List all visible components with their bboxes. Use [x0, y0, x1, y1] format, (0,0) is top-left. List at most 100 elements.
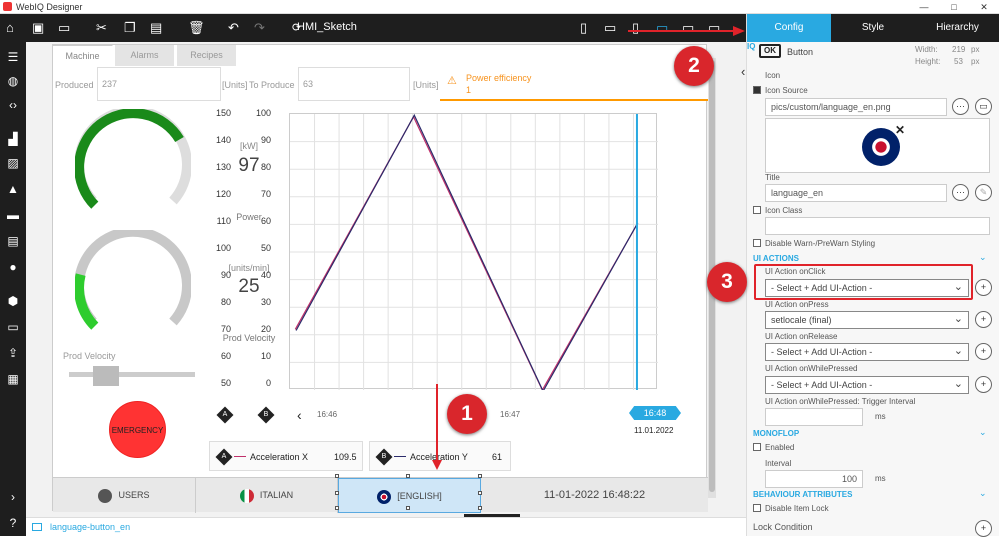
- velocity-slider[interactable]: [69, 366, 195, 386]
- export-icon[interactable]: ⇪: [5, 346, 21, 360]
- minimize-button[interactable]: —: [909, 0, 939, 14]
- maximize-button[interactable]: □: [939, 0, 969, 14]
- add-onpress-button[interactable]: +: [975, 311, 992, 328]
- onpress-select[interactable]: setlocale (final): [765, 311, 969, 329]
- storage-icon[interactable]: ▬: [5, 208, 21, 222]
- trigger-interval-unit: ms: [875, 412, 886, 421]
- grid-icon[interactable]: ▦: [5, 372, 21, 386]
- width-unit: px: [971, 45, 980, 54]
- add-lock-condition-button[interactable]: +: [975, 520, 992, 537]
- home-icon[interactable]: ⌂: [6, 20, 14, 36]
- collapse-chevron-icon[interactable]: ›: [5, 490, 21, 504]
- ui-actions-section[interactable]: UI ACTIONS: [753, 254, 799, 263]
- onwhile-select[interactable]: - Select + Add UI-Action -: [765, 376, 969, 394]
- highlight-box: [754, 264, 973, 300]
- behaviour-chevron-icon[interactable]: ⌄: [979, 488, 987, 499]
- ui-actions-chevron-icon[interactable]: ⌄: [979, 252, 987, 263]
- tab-config[interactable]: Config: [747, 14, 831, 42]
- slider-knob[interactable]: [93, 366, 119, 386]
- tab-machine[interactable]: Machine: [53, 45, 113, 66]
- alarm-icon[interactable]: ▲: [5, 182, 21, 196]
- undo-icon[interactable]: ↶: [228, 20, 239, 36]
- onrelease-select[interactable]: - Select + Add UI-Action -: [765, 343, 969, 361]
- preview-icon-button[interactable]: ▭: [975, 98, 992, 115]
- interval-input[interactable]: 100: [765, 470, 863, 488]
- device-phone-icon[interactable]: ▯: [580, 20, 587, 36]
- legend-b-marker: B: [375, 448, 393, 466]
- power-gauge-arc: [74, 108, 184, 209]
- title-options-button[interactable]: ···: [952, 184, 969, 201]
- monoflop-enabled-checkbox[interactable]: [753, 443, 761, 451]
- layout-icon[interactable]: ☰: [5, 50, 21, 64]
- add-onclick-button[interactable]: +: [975, 279, 992, 296]
- package-icon[interactable]: ⬢: [5, 294, 21, 308]
- selection-handle: [406, 506, 410, 510]
- icon-preview: ✕: [765, 118, 990, 173]
- preview-icon[interactable]: ▭: [58, 20, 70, 36]
- scroll-left-icon[interactable]: ‹: [297, 407, 302, 423]
- close-button[interactable]: ✕: [969, 0, 999, 14]
- tab-recipes[interactable]: Recipes: [177, 45, 237, 66]
- add-onwhile-button[interactable]: +: [975, 376, 992, 393]
- monoflop-section[interactable]: MONOFLOP: [753, 429, 799, 438]
- axis-a-tick: 150: [215, 108, 231, 118]
- tab-alarms[interactable]: Alarms: [115, 45, 175, 66]
- browse-icon-button[interactable]: ···: [952, 98, 969, 115]
- icon-source-checkbox[interactable]: [753, 86, 761, 94]
- users-button[interactable]: USERS: [53, 478, 196, 513]
- monoflop-chevron-icon[interactable]: ⌄: [979, 427, 987, 438]
- emergency-button[interactable]: EMERGENCY: [109, 401, 166, 458]
- series-line-acceleration-y: [295, 114, 639, 390]
- device-wide-icon[interactable]: ▭: [708, 20, 720, 36]
- disable-warn-checkbox[interactable]: [753, 239, 761, 247]
- add-onrelease-button[interactable]: +: [975, 343, 992, 360]
- delete-icon[interactable]: 🗑: [188, 20, 205, 36]
- width-value: 219: [952, 45, 966, 54]
- paste-icon[interactable]: ▤: [150, 20, 162, 36]
- axis-a-tick: 60: [220, 351, 231, 361]
- remove-icon[interactable]: ✕: [895, 123, 905, 137]
- app-logo-icon: [3, 2, 12, 11]
- legend-a-value: 109.5: [334, 452, 357, 462]
- interval-label: Interval: [765, 459, 792, 468]
- axis-a-tick: 50: [220, 378, 231, 388]
- cursor-time-badge[interactable]: 16:48: [629, 406, 681, 420]
- tab-style[interactable]: Style: [831, 14, 915, 42]
- save-icon[interactable]: ▣: [32, 20, 44, 36]
- axis-a-tick: 110: [216, 216, 231, 226]
- legend-a-line: [234, 456, 246, 457]
- device-tablet-icon[interactable]: ▭: [604, 20, 616, 36]
- monoflop-enabled-label: Enabled: [765, 443, 795, 452]
- italian-button[interactable]: ITALIAN: [196, 478, 338, 513]
- redo-icon[interactable]: ↷: [254, 20, 265, 36]
- trigger-interval-input[interactable]: [765, 408, 863, 426]
- left-sidebar: ☰ ◍ ‹› ▟ ▨ ▲ ▬ ▤ ● ⬢ ▭ ⇪ ▦ › ?: [0, 42, 26, 536]
- device-tablet-portrait-icon[interactable]: ▯: [632, 20, 639, 36]
- globe-icon[interactable]: ◍: [5, 74, 21, 88]
- chart-icon[interactable]: ▨: [5, 156, 21, 170]
- disable-lock-checkbox[interactable]: [753, 504, 761, 512]
- device-monitor-icon[interactable]: ▭: [682, 20, 694, 36]
- help-icon[interactable]: ?: [5, 516, 21, 530]
- cut-icon[interactable]: ✂: [96, 20, 107, 36]
- icon-class-input[interactable]: [765, 217, 990, 235]
- device-desktop-icon[interactable]: ▭: [656, 20, 668, 36]
- code-icon[interactable]: ‹›: [5, 98, 21, 112]
- list-icon[interactable]: ▤: [5, 234, 21, 248]
- tab-hierarchy[interactable]: Hierarchy: [915, 14, 999, 42]
- height-value: 53: [954, 57, 963, 66]
- axis-a-tick: 80: [220, 297, 231, 307]
- widgets-icon[interactable]: ▟: [5, 132, 21, 146]
- icon-source-input[interactable]: pics/custom/language_en.png: [765, 98, 947, 116]
- power-efficiency-alert: ⚠ Power efficiency 1: [440, 67, 708, 101]
- power-efficiency-label: Power efficiency: [466, 73, 532, 83]
- icon-class-checkbox[interactable]: [753, 206, 761, 214]
- monitor-settings-icon[interactable]: ▭: [5, 320, 21, 334]
- copy-icon[interactable]: ❐: [124, 20, 136, 36]
- title-input[interactable]: language_en: [765, 184, 947, 202]
- user-icon[interactable]: ●: [5, 260, 21, 274]
- onrelease-label: UI Action onRelease: [765, 332, 838, 341]
- behaviour-section[interactable]: BEHAVIOUR ATTRIBUTES: [753, 490, 852, 499]
- collapse-panel-icon[interactable]: ‹: [741, 64, 745, 79]
- edit-icon[interactable]: ✎: [975, 184, 992, 201]
